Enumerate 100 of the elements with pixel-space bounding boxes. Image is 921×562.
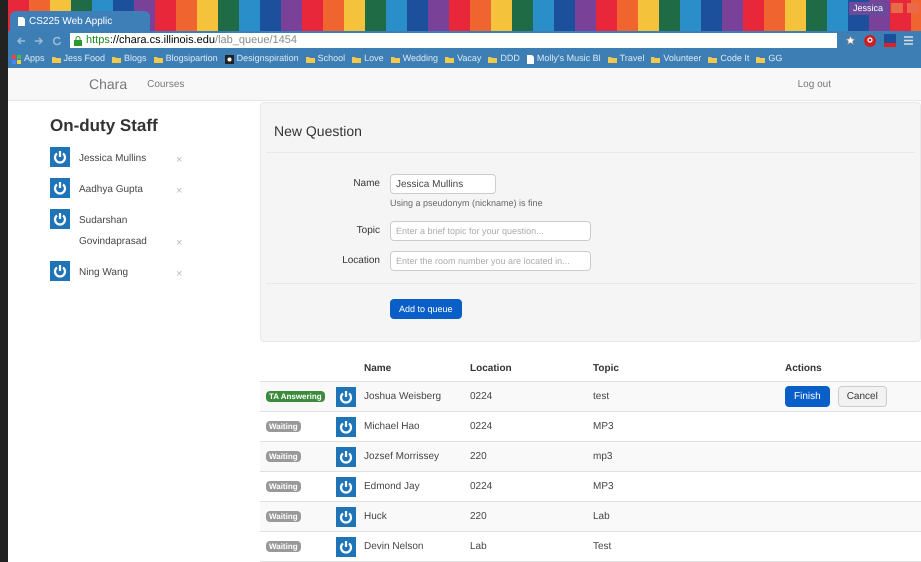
location-cell: Lab (470, 541, 487, 552)
star-icon[interactable] (845, 35, 856, 46)
status-badge: Waiting (266, 481, 301, 492)
reload-icon[interactable] (52, 36, 62, 46)
name-cell: Joshua Weisberg (364, 391, 442, 402)
folder-icon (488, 56, 498, 62)
topic-cell: Lab (593, 511, 610, 522)
status-badge: Waiting (266, 541, 301, 552)
power-icon (50, 260, 70, 280)
bookmark-item[interactable]: Designspiration (224, 52, 299, 66)
status-badge: Waiting (266, 451, 301, 462)
location-cell: 220 (470, 511, 487, 522)
bookmark-item[interactable]: GG (756, 52, 782, 66)
staff-name: Jessica Mullins (79, 152, 148, 166)
staff-name: Ning Wang (79, 266, 130, 280)
forward-icon[interactable] (34, 36, 44, 46)
folder-icon (756, 56, 766, 62)
name-cell: Jozsef Morrissey (364, 451, 440, 462)
name-cell: Edmond Jay (364, 481, 420, 492)
power-icon (336, 386, 356, 406)
bookmark-item[interactable]: School (306, 52, 346, 66)
nav-link[interactable]: Courses (147, 76, 184, 92)
location-cell: 220 (470, 451, 487, 462)
bookmark-item[interactable]: Volunteer (651, 52, 702, 66)
status-badge: TA Answering (266, 391, 325, 402)
folder-icon (390, 56, 400, 62)
topic-cell: Test (593, 541, 612, 552)
lock-icon (74, 36, 82, 46)
add-to-queue-button[interactable]: Add to queue (390, 299, 462, 320)
power-icon (336, 506, 356, 526)
staff-title: On-duty Staff (50, 115, 159, 137)
cancel-button[interactable]: Cancel (838, 386, 887, 407)
site-icon (224, 54, 234, 64)
menu-icon[interactable] (904, 36, 913, 45)
finish-button[interactable]: Finish (785, 386, 830, 407)
remove-staff-button[interactable]: × (176, 264, 182, 282)
remove-staff-button[interactable]: × (176, 234, 182, 252)
bookmark-item[interactable]: Vacay (445, 52, 482, 66)
name-cell: Michael Hao (364, 421, 420, 432)
folder-icon (708, 56, 718, 62)
folder-icon (112, 56, 122, 62)
power-icon (50, 178, 70, 198)
location-cell: 0224 (470, 391, 492, 402)
staff-name: Aadhya Gupta (79, 182, 144, 196)
bookmark-item[interactable]: Blogsipartion (154, 52, 218, 66)
back-icon[interactable] (16, 36, 26, 46)
location-label: Location (341, 254, 380, 268)
bookmark-item[interactable]: Molly's Music Bl (526, 52, 601, 66)
apps-icon (12, 54, 21, 64)
name-cell: Huck (364, 511, 387, 522)
bookmark-item[interactable]: Blogs (112, 52, 147, 66)
profile-name[interactable]: Jessica (848, 2, 887, 15)
bookmark-item[interactable]: Travel (608, 52, 644, 66)
folder-icon (352, 56, 362, 62)
name-help-text: Using a pseudonym (nickname) is fine (390, 197, 543, 210)
bookmark-item[interactable]: Love (352, 52, 384, 66)
folder-icon (445, 56, 454, 62)
column-header: Location (470, 363, 512, 374)
minimize-button[interactable] (891, 3, 903, 14)
remove-staff-button[interactable]: × (176, 182, 182, 200)
power-icon (50, 208, 70, 228)
name-cell: Devin Nelson (364, 541, 424, 552)
power-icon (50, 146, 70, 166)
column-header: Name (364, 363, 392, 374)
name-field[interactable]: Jessica Mullins (390, 174, 496, 194)
status-badge: Waiting (266, 511, 301, 522)
topic-cell: test (593, 391, 610, 402)
power-icon (336, 536, 356, 556)
page-icon (18, 16, 25, 26)
remove-staff-button[interactable]: × (176, 150, 182, 168)
address-bar[interactable]: https://chara.cs.illinois.edu/lab_queue/1454 (70, 33, 837, 48)
bookmark-item[interactable]: Apps (12, 52, 45, 66)
status-badge: Waiting (266, 421, 301, 432)
brand-link[interactable]: Chara (89, 74, 128, 94)
folder-icon (608, 56, 617, 62)
folder-icon (52, 56, 61, 62)
folder-icon (306, 56, 315, 62)
location-cell: 0224 (470, 481, 492, 492)
topic-field[interactable]: Enter a brief topic for your question... (390, 220, 591, 240)
folder-icon (154, 56, 163, 62)
bookmark-item[interactable]: Jess Food (52, 52, 106, 66)
logout-link[interactable]: Log out (798, 76, 831, 92)
name-label: Name (352, 177, 380, 191)
browser-tab[interactable]: CS225 Web Applic (10, 11, 150, 31)
extension-icon[interactable] (884, 34, 896, 47)
staff-name: Sudarshan Govindaprasad (79, 214, 148, 248)
column-header: Topic (593, 363, 619, 374)
location-field[interactable]: Enter the room number you are located in... (390, 250, 591, 270)
power-icon (336, 476, 356, 496)
topic-cell: mp3 (593, 451, 612, 462)
panel-title: New Question (266, 103, 915, 153)
bookmark-item[interactable]: DDD (488, 52, 520, 66)
bookmark-item[interactable]: Wedding (390, 52, 438, 66)
topic-label: Topic (356, 224, 380, 238)
bookmark-item[interactable]: Code It (708, 52, 750, 66)
power-icon (336, 416, 356, 436)
folder-icon (651, 56, 660, 62)
topic-cell: MP3 (593, 481, 614, 492)
power-icon (336, 446, 356, 466)
column-header: Actions (785, 363, 822, 374)
